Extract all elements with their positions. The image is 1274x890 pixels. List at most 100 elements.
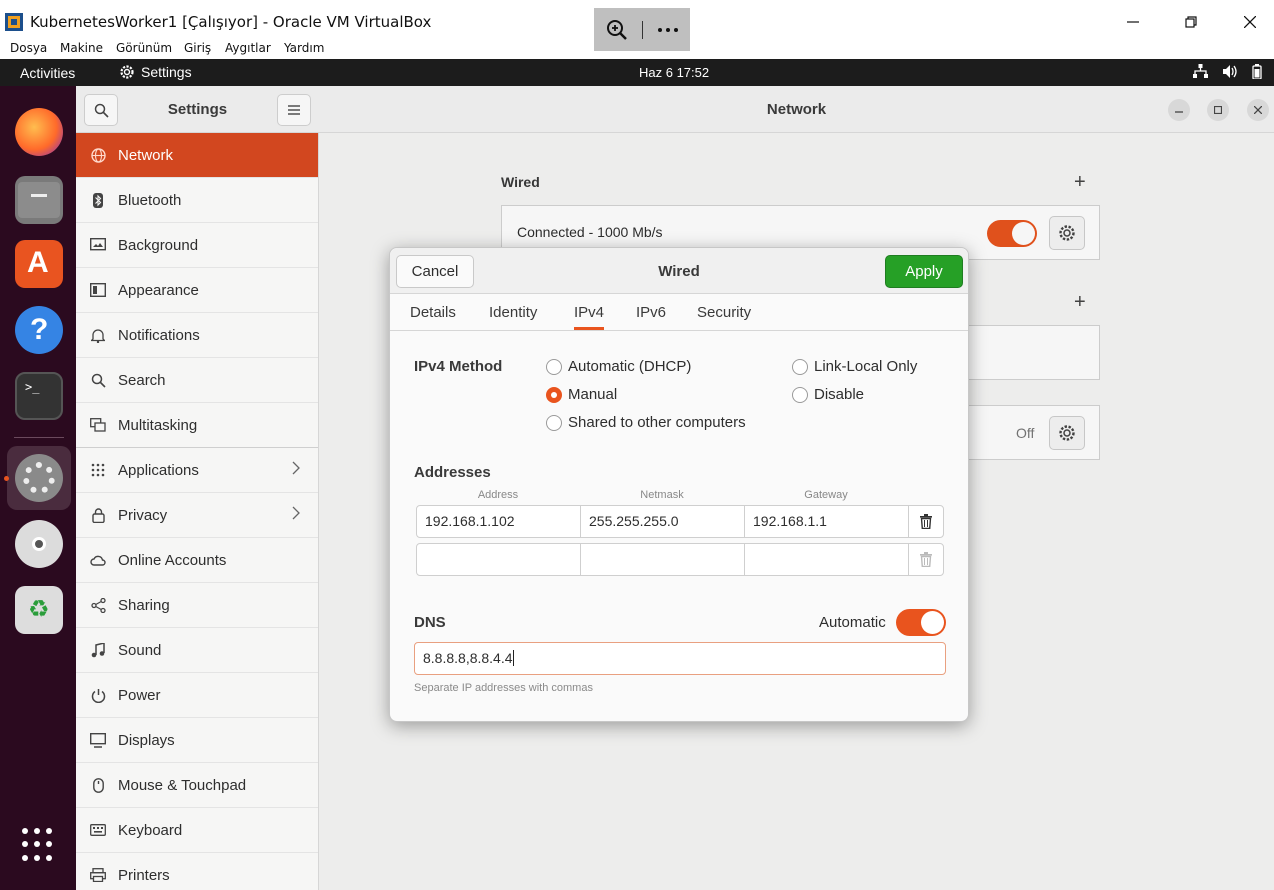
- minimize-window-button[interactable]: [1168, 99, 1190, 121]
- more-options-icon[interactable]: [657, 27, 679, 33]
- settings-sidebar: Network Bluetooth Background Appearance Noti…: [76, 133, 319, 890]
- netmask-field[interactable]: 255.255.255.0: [581, 506, 745, 537]
- gateway-field[interactable]: [745, 544, 909, 575]
- trash-icon[interactable]: ♻: [15, 586, 63, 634]
- firefox-icon[interactable]: [15, 108, 63, 156]
- menu-giris[interactable]: Giriş: [184, 41, 211, 55]
- clock[interactable]: Haz 6 17:52: [639, 65, 709, 80]
- sidebar-item-sharing[interactable]: Sharing: [76, 583, 318, 628]
- sidebar-item-sound[interactable]: Sound: [76, 628, 318, 673]
- radio-disable[interactable]: Disable: [792, 386, 864, 403]
- apply-button[interactable]: Apply: [885, 255, 963, 288]
- disc-icon[interactable]: [15, 520, 63, 568]
- radio-circle: [546, 358, 562, 375]
- menu-makine[interactable]: Makine: [60, 41, 103, 55]
- sidebar-item-label: Power: [118, 686, 161, 704]
- tab-security[interactable]: Security: [697, 304, 751, 321]
- sidebar-item-mouse-touchpad[interactable]: Mouse & Touchpad: [76, 763, 318, 808]
- sidebar-item-keyboard[interactable]: Keyboard: [76, 808, 318, 853]
- sidebar-item-multitasking[interactable]: Multitasking: [76, 403, 318, 448]
- menu-aygitlar[interactable]: Aygıtlar: [225, 41, 271, 55]
- sidebar-item-label: Privacy: [118, 506, 168, 524]
- trash-icon: [920, 514, 932, 529]
- mouse-icon: [90, 777, 106, 793]
- files-icon[interactable]: [15, 176, 63, 224]
- address-row: 192.168.1.102 255.255.255.0 192.168.1.1: [416, 505, 944, 538]
- dns-servers-input[interactable]: 8.8.8.8,8.8.4.4: [414, 642, 946, 675]
- dns-value: 8.8.8.8,8.8.4.4: [423, 650, 513, 666]
- activities-button[interactable]: Activities: [20, 65, 75, 81]
- terminal-icon[interactable]: >_: [15, 372, 63, 420]
- app-menu[interactable]: Settings: [119, 64, 192, 80]
- sidebar-item-power[interactable]: Power: [76, 673, 318, 718]
- maximize-window-button[interactable]: [1207, 99, 1229, 121]
- sidebar-item-applications[interactable]: Applications: [76, 448, 318, 493]
- addresses-label: Addresses: [414, 464, 491, 481]
- radio-shared[interactable]: Shared to other computers: [546, 414, 746, 431]
- sidebar-item-online-accounts[interactable]: Online Accounts: [76, 538, 318, 583]
- sidebar-item-label: Keyboard: [118, 821, 183, 839]
- network-icon: [1193, 64, 1208, 78]
- radio-link-local[interactable]: Link-Local Only: [792, 358, 917, 375]
- radio-manual[interactable]: Manual: [546, 386, 617, 403]
- appearance-icon: [90, 282, 106, 298]
- close-button[interactable]: [1230, 8, 1270, 36]
- gateway-field[interactable]: 192.168.1.1: [745, 506, 909, 537]
- radio-circle: [792, 358, 808, 375]
- sidebar-item-background[interactable]: Background: [76, 223, 318, 268]
- system-tray[interactable]: [1193, 64, 1262, 79]
- sidebar-item-label: Network: [118, 146, 174, 164]
- zoom-in-icon[interactable]: [606, 19, 628, 41]
- address-field[interactable]: [417, 544, 581, 575]
- keyboard-icon: [90, 822, 106, 838]
- dialog-header: Cancel Wired Apply: [390, 248, 968, 294]
- sidebar-item-search[interactable]: Search: [76, 358, 318, 403]
- address-field[interactable]: 192.168.1.102: [417, 506, 581, 537]
- tab-identity[interactable]: Identity: [489, 304, 537, 321]
- menu-dosya[interactable]: Dosya: [10, 41, 47, 55]
- sidebar-item-bluetooth[interactable]: Bluetooth: [76, 178, 318, 223]
- delete-address-button[interactable]: [909, 506, 943, 537]
- dock-separator: [14, 437, 64, 438]
- help-glyph: ?: [30, 313, 49, 346]
- sidebar-header: Settings: [76, 86, 319, 133]
- sidebar-item-printers[interactable]: Printers: [76, 853, 318, 890]
- sidebar-item-privacy[interactable]: Privacy: [76, 493, 318, 538]
- ipv4-method-label: IPv4 Method: [414, 358, 503, 375]
- battery-icon: [1252, 64, 1262, 79]
- volume-icon: [1223, 65, 1237, 78]
- close-window-button[interactable]: [1247, 99, 1269, 121]
- recycle-glyph: ♻: [28, 596, 50, 623]
- minimize-button[interactable]: [1113, 8, 1153, 36]
- settings-app-icon[interactable]: [15, 454, 63, 502]
- music-note-icon: [90, 642, 106, 658]
- menu-gorunum[interactable]: Görünüm: [116, 41, 172, 55]
- multitasking-icon: [90, 417, 106, 433]
- sidebar-item-network[interactable]: Network: [76, 133, 318, 178]
- sidebar-item-label: Search: [118, 371, 166, 389]
- toolbar-divider: [641, 20, 643, 39]
- sidebar-item-appearance[interactable]: Appearance: [76, 268, 318, 313]
- files-label-shape: [31, 194, 47, 197]
- sidebar-item-notifications[interactable]: Notifications: [76, 313, 318, 358]
- netmask-field[interactable]: [581, 544, 745, 575]
- maximize-button[interactable]: [1171, 8, 1211, 36]
- sidebar-item-label: Appearance: [118, 281, 199, 299]
- wired-dialog: Cancel Wired Apply Details Identity IPv4…: [389, 247, 969, 722]
- tab-details[interactable]: Details: [410, 304, 456, 321]
- hamburger-menu-button[interactable]: [277, 94, 311, 126]
- tab-ipv6[interactable]: IPv6: [636, 304, 666, 321]
- tab-ipv4[interactable]: IPv4: [574, 304, 605, 330]
- gnome-top-bar: Activities Settings Haz 6 17:52: [0, 59, 1274, 86]
- menu-yardim[interactable]: Yardım: [284, 41, 324, 55]
- dns-automatic-toggle[interactable]: [896, 609, 946, 636]
- sidebar-item-displays[interactable]: Displays: [76, 718, 318, 763]
- sidebar-item-label: Sound: [118, 641, 162, 659]
- show-apps-icon[interactable]: [22, 828, 56, 862]
- radio-automatic-dhcp[interactable]: Automatic (DHCP): [546, 358, 691, 375]
- software-glyph: A: [27, 246, 49, 279]
- column-netmask: Netmask: [640, 489, 684, 501]
- help-icon[interactable]: ?: [15, 306, 63, 354]
- search-icon: [90, 372, 106, 388]
- software-center-icon[interactable]: A: [15, 240, 63, 288]
